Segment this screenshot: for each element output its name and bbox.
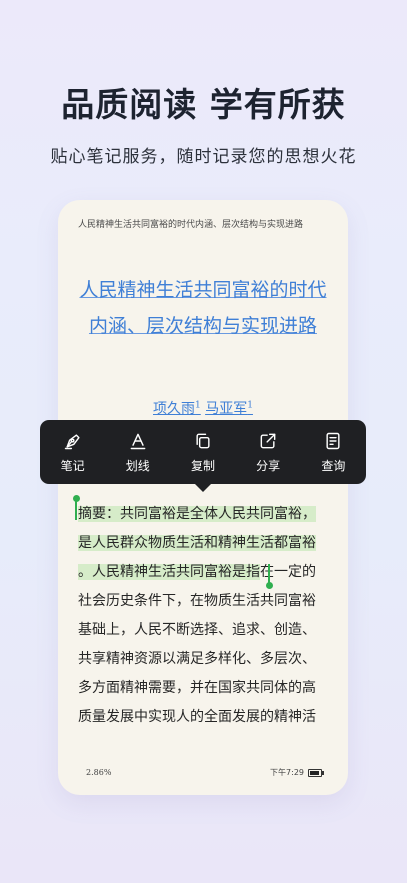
selected-text: 。人民精神生活共同富裕是指 [78, 564, 260, 580]
author-1-sup: 1 [195, 400, 201, 411]
selection-start-cursor[interactable] [75, 500, 77, 520]
reader-screen: 人民精神生活共同富裕的时代内涵、层次结构与实现进路 人民精神生活共同富裕的时代 … [58, 200, 348, 795]
body-line: 基础上，人民不断选择、追求、创造、 [78, 622, 316, 638]
running-title: 人民精神生活共同富裕的时代内涵、层次结构与实现进路 [78, 220, 304, 230]
copy-button[interactable]: 复制 [173, 431, 233, 474]
battery-icon [308, 768, 324, 777]
author-1-name: 项久雨 [153, 401, 196, 417]
pen-note-icon [64, 433, 80, 449]
share-icon [260, 433, 276, 448]
lookup-button[interactable]: 查询 [303, 431, 363, 474]
authors[interactable]: 项久雨1 马亚军1 [58, 398, 348, 418]
author-1[interactable]: 项久雨1 [153, 400, 201, 417]
underline-a-icon [130, 433, 146, 449]
article-title[interactable]: 人民精神生活共同富裕的时代 内涵、层次结构与实现进路 [58, 272, 348, 344]
status-footer: 下午7:29 [270, 767, 324, 778]
selection-end-cursor[interactable] [268, 564, 270, 584]
author-2-name: 马亚军 [205, 401, 248, 417]
author-2[interactable]: 马亚军1 [205, 400, 253, 417]
body-line: 。人民精神生活共同富裕是指在一定的 [78, 558, 330, 587]
reading-progress: 2.86% [86, 768, 112, 777]
note-button[interactable]: 笔记 [43, 431, 103, 474]
selected-text: 是人民群众物质生活和精神生活都富裕 [78, 535, 316, 551]
body-line: 共享精神资源以满足多样化、多层次、 [78, 651, 316, 667]
copy-icon [196, 433, 210, 448]
share-label: 分享 [256, 458, 281, 473]
body-line: 质量发展中实现人的全面发展的精神活 [78, 709, 316, 725]
copy-label: 复制 [190, 458, 215, 473]
lookup-label: 查询 [321, 458, 346, 473]
body-line: 多方面精神需要，并在国家共同体的高 [78, 680, 316, 696]
underline-label: 划线 [125, 458, 150, 473]
author-2-sup: 1 [247, 400, 253, 411]
selected-text: 摘要：共同富裕是全体人民共同富裕， [78, 506, 316, 522]
clock: 下午7:29 [270, 768, 304, 777]
selection-end-handle[interactable] [266, 582, 273, 589]
promo-headline: 品质阅读 学有所获 [61, 85, 346, 124]
selection-toolbar: 笔记 划线 复制 分享 查询 [40, 420, 366, 492]
body-line: 是人民群众物质生活和精神生活都富裕 [78, 529, 330, 558]
body-line: 社会历史条件下，在物质生活共同富裕 [78, 593, 316, 609]
article-title-line-2: 内涵、层次结构与实现进路 [88, 315, 317, 337]
note-label: 笔记 [60, 458, 85, 473]
promo-subline: 贴心笔记服务，随时记录您的思想火花 [50, 147, 357, 167]
body-line: 摘要：共同富裕是全体人民共同富裕， [78, 500, 330, 529]
share-button[interactable]: 分享 [238, 431, 298, 474]
article-title-line-1: 人民精神生活共同富裕的时代 [79, 279, 327, 301]
underline-button[interactable]: 划线 [108, 431, 168, 474]
article-body[interactable]: 摘要：共同富裕是全体人民共同富裕， 是人民群众物质生活和精神生活都富裕 。人民精… [78, 500, 330, 732]
lookup-icon [326, 432, 340, 449]
